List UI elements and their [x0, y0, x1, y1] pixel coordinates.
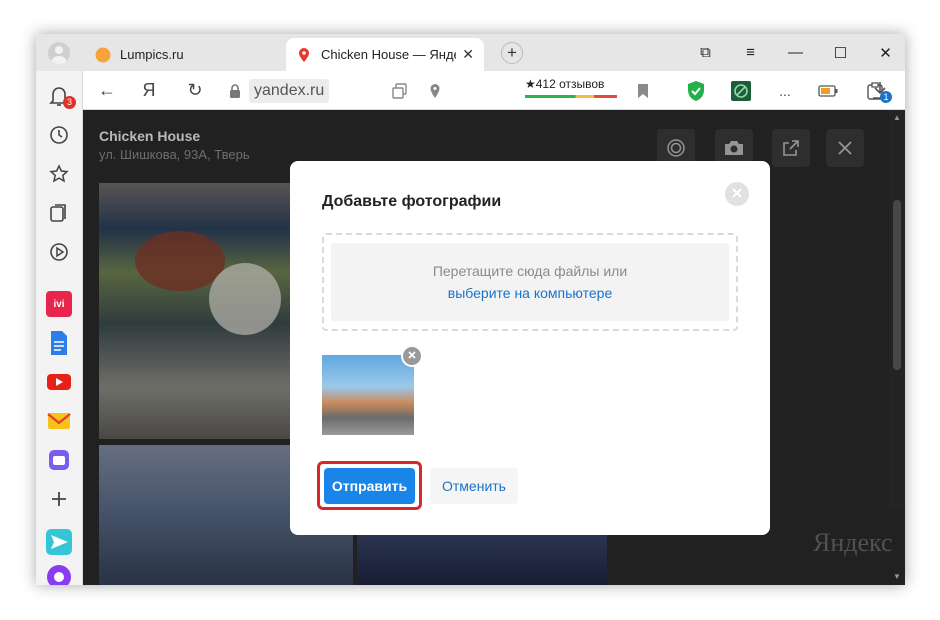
collections-icon[interactable]: ⧉	[683, 34, 728, 71]
more-extensions-button[interactable]: ...	[773, 71, 797, 110]
reload-button[interactable]: ↻	[181, 71, 209, 110]
address-host: yandex.ru	[249, 78, 330, 103]
browser-window: Lumpics.ru Chicken House — Яндекс ✕ + ⧉ …	[36, 34, 905, 585]
dropzone-hint: Перетащите сюда файлы или	[432, 263, 628, 279]
submit-button[interactable]: Отправить	[324, 468, 415, 504]
window-controls: ⧉ ≡ — ☐ ✕	[683, 34, 905, 71]
close-icon	[732, 188, 742, 198]
tab-lumpics[interactable]: Lumpics.ru	[85, 38, 283, 71]
yandex-button[interactable]: Я	[135, 71, 163, 110]
dropzone-inner: Перетащите сюда файлы или выберите на ко…	[331, 243, 729, 321]
history-icon[interactable]	[46, 122, 72, 148]
uploaded-photo-thumbnail	[322, 355, 414, 435]
reviews-widget[interactable]: ★412 отзывов	[525, 77, 617, 103]
reviews-text: ★412 отзывов	[525, 77, 605, 91]
address-toolbar: ← Я ↻ yandex.ru ★412 отзывов ...	[83, 71, 905, 110]
location-pin-icon[interactable]	[421, 71, 449, 110]
close-window-button[interactable]: ✕	[863, 34, 905, 71]
tab-copy-icon[interactable]	[386, 71, 414, 110]
bookmark-icon[interactable]	[631, 71, 655, 110]
messenger-send-app-icon[interactable]	[46, 529, 72, 555]
dialog-close-button[interactable]	[725, 182, 749, 206]
add-icon[interactable]	[46, 486, 72, 512]
notifications-badge: 3	[63, 96, 76, 109]
downloads-badge: 1	[880, 91, 892, 103]
profile-avatar[interactable]	[48, 42, 70, 64]
collections-icon[interactable]	[46, 200, 72, 226]
map-pin-icon	[299, 47, 309, 62]
battery-icon[interactable]	[816, 71, 840, 110]
tab-title: Lumpics.ru	[120, 47, 184, 62]
vpn-extension-icon[interactable]	[729, 71, 753, 110]
back-button[interactable]: ←	[93, 71, 121, 110]
remove-photo-button[interactable]	[401, 345, 423, 367]
close-icon	[408, 351, 416, 359]
orange-circle-icon	[95, 47, 111, 62]
menu-icon[interactable]: ≡	[728, 34, 773, 71]
messenger-app-icon[interactable]	[46, 447, 72, 473]
add-photos-dialog: Добавьте фотографии Перетащите сюда файл…	[290, 161, 770, 535]
lock-icon	[230, 83, 240, 98]
choose-files-link[interactable]: выберите на компьютере	[331, 285, 729, 301]
file-dropzone[interactable]: Перетащите сюда файлы или выберите на ко…	[322, 233, 738, 331]
downloads-icon[interactable]: 1	[871, 80, 895, 104]
ivi-app-icon[interactable]: ivi	[46, 291, 72, 317]
alice-app-icon[interactable]	[46, 564, 72, 585]
dialog-title: Добавьте фотографии	[322, 193, 502, 210]
tab-chicken-house[interactable]: Chicken House — Яндекс ✕	[286, 38, 484, 71]
cancel-button[interactable]: Отменить	[430, 468, 518, 504]
bell-icon[interactable]: 3	[46, 83, 76, 109]
play-icon[interactable]	[46, 239, 72, 265]
docs-app-icon[interactable]	[46, 330, 72, 356]
tab-title: Chicken House — Яндекс	[321, 47, 456, 62]
sidebar: 3 ivi	[36, 71, 83, 585]
tab-close-icon[interactable]: ✕	[462, 46, 474, 63]
youtube-app-icon[interactable]	[46, 369, 72, 395]
page-content: Chicken House ул. Шишкова, 93А, Тверь Ян…	[83, 110, 905, 585]
maximize-button[interactable]: ☐	[818, 34, 863, 71]
reviews-rating-bar	[525, 95, 617, 98]
star-icon[interactable]	[46, 161, 72, 187]
shield-extension-icon[interactable]	[684, 71, 708, 110]
address-bar[interactable]: yandex.ru	[229, 77, 330, 104]
minimize-button[interactable]: —	[773, 34, 818, 71]
new-tab-button[interactable]: +	[501, 42, 523, 64]
mail-app-icon[interactable]	[46, 408, 72, 434]
toolbar-end-spacer	[899, 71, 905, 110]
tab-bar: Lumpics.ru Chicken House — Яндекс ✕ + ⧉ …	[36, 34, 905, 71]
